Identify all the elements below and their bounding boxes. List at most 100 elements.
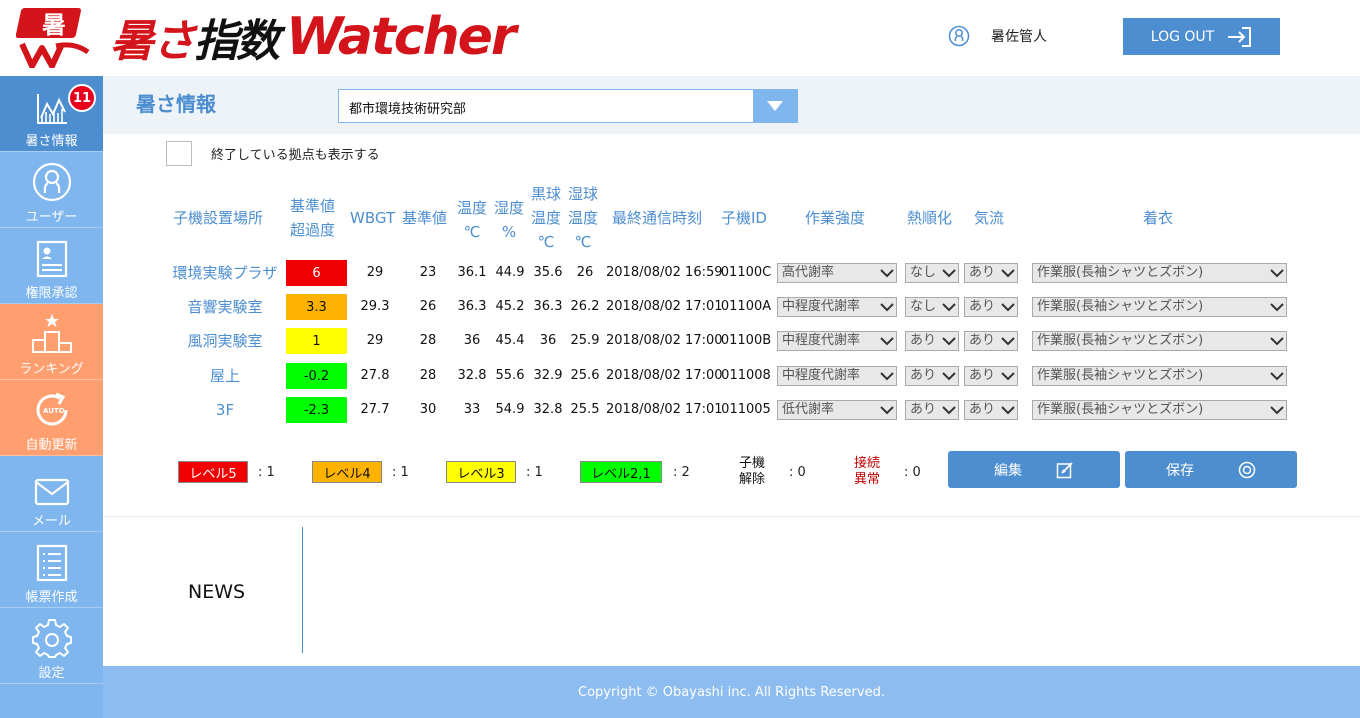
temp-cell: 36.3 [457, 299, 487, 314]
globe-temp-cell: 32.8 [533, 402, 563, 417]
acclimatization-select[interactable]: なし [905, 297, 959, 317]
clothing-select[interactable]: 作業服(長袖シャツとズボン) [1032, 331, 1287, 351]
clothing-select[interactable]: 作業服(長袖シャツとズボン) [1032, 366, 1287, 386]
header: 暑 暑さ指数 Watcher 暑佐管人 LOG OUT [0, 0, 1360, 76]
sidebar-item-permission[interactable]: 権限承認 [0, 228, 103, 304]
work-intensity-select[interactable]: 高代謝率 [777, 263, 897, 283]
user-icon [948, 25, 970, 47]
sidebar-item-label: ランキング [19, 362, 84, 377]
work-intensity-select[interactable]: 低代謝率 [777, 400, 897, 420]
clothing-value: 作業服(長袖シャツとズボン) [1037, 333, 1204, 348]
standard-cell: 30 [419, 402, 437, 417]
clothing-select[interactable]: 作業服(長袖シャツとズボン) [1032, 400, 1287, 420]
logout-button[interactable]: LOG OUT [1123, 18, 1280, 55]
work-intensity-select[interactable]: 中程度代謝率 [777, 297, 897, 317]
header-exceed-1: 基準値 [290, 197, 336, 215]
header-location: 子機設置場所 [173, 209, 264, 227]
sidebar-item-users[interactable]: ユーザー [0, 152, 103, 228]
header-airflow: 気流 [974, 209, 1005, 227]
airflow-select[interactable]: あり [964, 263, 1018, 283]
wet-temp-cell: 25.5 [570, 402, 600, 417]
sidebar-item-label: 暑さ情報 [25, 134, 78, 149]
work-intensity-select[interactable]: 中程度代謝率 [777, 366, 897, 386]
sidebar-item-reports[interactable]: 帳票作成 [0, 532, 103, 608]
legend-released-count: : 0 [789, 465, 806, 480]
show-ended-checkbox[interactable] [166, 141, 192, 166]
location-link[interactable]: 音響実験室 [165, 294, 285, 320]
globe-temp-cell: 36.3 [533, 299, 563, 314]
wbgt-cell: 29.3 [360, 299, 390, 314]
save-icon [1238, 461, 1256, 478]
clothing-select[interactable]: 作業服(長袖シャツとズボン) [1032, 297, 1287, 317]
acclimatization-value: あり [910, 368, 937, 383]
acclimatization-select[interactable]: あり [905, 400, 959, 420]
unit-id-cell: 01100C [720, 265, 772, 280]
sidebar-item-label: 帳票作成 [25, 590, 78, 605]
wbgt-cell: 29 [366, 265, 384, 280]
footer: Copyright © Obayashi inc. All Rights Res… [103, 666, 1360, 718]
location-link[interactable]: 風洞実験室 [165, 328, 285, 354]
airflow-select[interactable]: あり [964, 297, 1018, 317]
site-select[interactable]: 都市環境技術研究部 [338, 89, 798, 123]
user-icon [32, 162, 71, 202]
chevron-down-icon [1270, 269, 1284, 278]
header-wet-3: ℃ [574, 233, 592, 251]
location-link[interactable]: 環境実験プラザ [165, 260, 285, 286]
work-intensity-select[interactable]: 中程度代謝率 [777, 331, 897, 351]
exceed-level-cell: 1 [286, 328, 347, 354]
legend-conn-error-count: : 0 [904, 465, 921, 480]
chevron-down-icon [942, 337, 956, 346]
location-link[interactable]: 3F [165, 397, 285, 423]
humidity-cell: 44.9 [495, 265, 525, 280]
chevron-down-icon [1001, 406, 1015, 415]
sidebar-item-settings[interactable]: 設定 [0, 608, 103, 684]
sidebar-item-label: ユーザー [25, 210, 78, 225]
location-link[interactable]: 屋上 [165, 363, 285, 389]
save-button[interactable]: 保存 [1125, 451, 1297, 488]
news-panel: NEWS [103, 516, 1360, 666]
airflow-value: あり [969, 299, 996, 314]
airflow-value: あり [969, 333, 996, 348]
work-intensity-value: 中程度代謝率 [782, 333, 861, 348]
header-humidity-1: 湿度 [493, 199, 524, 217]
chevron-down-icon [942, 372, 956, 381]
header-humidity-2: % [501, 223, 517, 241]
exceed-level-cell: -0.2 [286, 363, 347, 389]
main-panel: 終了している拠点も表示する 子機設置場所 基準値 超過度 WBGT 基準値 温度… [103, 134, 1360, 516]
sidebar-item-heat-info[interactable]: 暑さ情報 11 [0, 76, 103, 152]
chevron-down-icon [880, 269, 894, 278]
chevron-down-icon [880, 303, 894, 312]
clothing-select[interactable]: 作業服(長袖シャツとズボン) [1032, 263, 1287, 283]
last-comm-cell: 2018/08/02 16:59 [606, 265, 723, 280]
notification-badge: 11 [68, 84, 96, 112]
chevron-down-icon [1270, 372, 1284, 381]
acclimatization-select[interactable]: あり [905, 366, 959, 386]
edit-label: 編集 [994, 462, 1022, 479]
sidebar-item-auto-update[interactable]: AUTO 自動更新 [0, 380, 103, 456]
work-intensity-value: 中程度代謝率 [782, 299, 861, 314]
sidebar-item-mail[interactable]: メール [0, 456, 103, 532]
logo-icon: 暑 [16, 8, 90, 68]
chevron-down-icon [880, 406, 894, 415]
legend-level5: レベル5 [178, 461, 248, 483]
legend-conn-error: 接続 異常 [852, 456, 882, 488]
chevron-down-icon [1001, 337, 1015, 346]
edit-button[interactable]: 編集 [948, 451, 1120, 488]
logo-kanji-2: 指数 [194, 16, 280, 67]
airflow-select[interactable]: あり [964, 366, 1018, 386]
auto-refresh-icon: AUTO [36, 392, 67, 426]
humidity-cell: 55.6 [495, 368, 525, 383]
airflow-select[interactable]: あり [964, 400, 1018, 420]
acclimatization-select[interactable]: なし [905, 263, 959, 283]
airflow-value: あり [969, 368, 996, 383]
airflow-select[interactable]: あり [964, 331, 1018, 351]
humidity-cell: 54.9 [495, 402, 525, 417]
chevron-down-icon [1001, 372, 1015, 381]
acclimatization-select[interactable]: あり [905, 331, 959, 351]
header-temp-1: 温度 [456, 199, 487, 217]
header-globe-2: 温度 [530, 209, 561, 227]
work-intensity-value: 低代謝率 [782, 402, 835, 417]
news-label: NEWS [188, 581, 246, 603]
site-select-button[interactable] [753, 90, 797, 122]
sidebar-item-ranking[interactable]: ランキング [0, 304, 103, 380]
